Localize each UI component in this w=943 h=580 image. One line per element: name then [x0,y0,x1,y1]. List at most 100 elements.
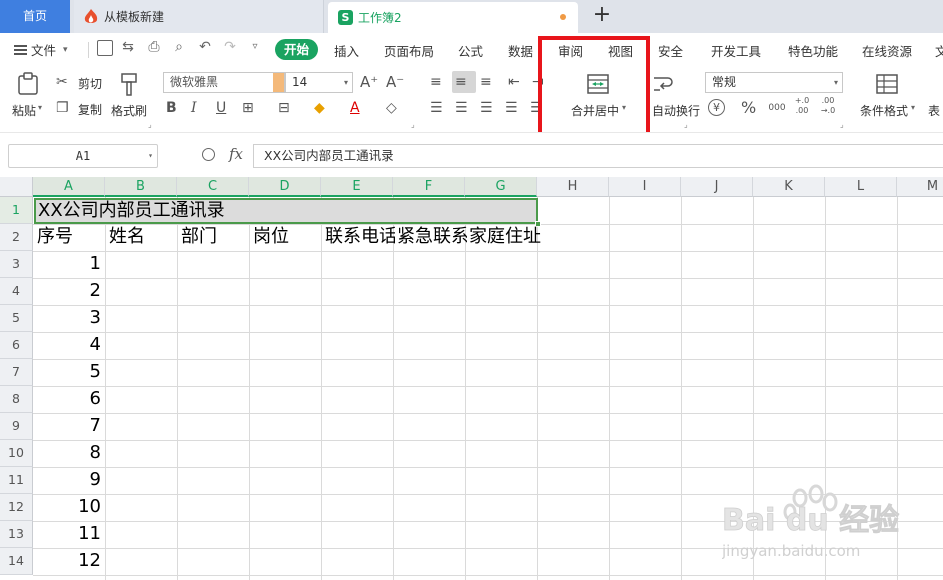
tab-start[interactable]: 开始 [275,39,318,60]
header-cell[interactable]: 部门 [181,224,251,250]
serial-cell[interactable]: 7 [33,413,101,439]
print-icon[interactable]: ⎙ [145,38,163,56]
row-header[interactable]: 12 [0,494,33,521]
row-header[interactable]: 6 [0,332,33,359]
increase-decimal-icon[interactable]: +.0 .00 [793,96,811,116]
tab-home[interactable]: 首页 [0,0,70,33]
row-header[interactable]: 10 [0,440,33,467]
zoom-search-icon[interactable] [202,148,215,161]
tab-more[interactable]: 文 [935,41,943,60]
row-header[interactable]: 9 [0,413,33,440]
cell-style-icon[interactable]: ⊟ [278,99,290,117]
new-tab-plus-icon[interactable]: + [590,3,614,29]
print-preview-icon[interactable]: ⌕ [170,38,188,56]
merged-title-cell[interactable]: XX公司内部员工通讯录 [34,198,538,224]
row-header[interactable]: 3 [0,251,33,278]
insert-function-icon[interactable]: fx [229,145,243,163]
undo-icon[interactable]: ↶ [196,38,214,56]
row-header[interactable]: 11 [0,467,33,494]
column-header[interactable]: F [393,177,465,197]
tab-online-resources[interactable]: 在线资源 [862,41,912,60]
row-header[interactable]: 1 [0,197,33,224]
header-cell[interactable]: 序号 [37,224,107,250]
underline-button[interactable]: U [216,99,226,117]
column-header[interactable]: L [825,177,897,197]
serial-cell[interactable]: 10 [33,494,101,520]
number-format-select[interactable]: 常规 ▾ [705,72,843,93]
serial-cell[interactable]: 9 [33,467,101,493]
serial-cell[interactable]: 1 [33,251,101,277]
row-header[interactable]: 4 [0,278,33,305]
column-header[interactable]: B [105,177,177,197]
serial-cell[interactable]: 4 [33,332,101,358]
serial-cell[interactable]: 5 [33,359,101,385]
column-header[interactable]: K [753,177,825,197]
row-header[interactable]: 8 [0,386,33,413]
header-cell[interactable]: 家庭住址 [469,224,549,250]
clear-format-icon[interactable]: ◇ [386,99,397,117]
column-header[interactable]: C [177,177,249,197]
formula-input[interactable]: XX公司内部员工通讯录 [253,144,943,168]
header-cell[interactable]: 紧急联系 [397,224,467,250]
share-icon[interactable]: ⇆ [119,38,137,56]
serial-cell[interactable]: 2 [33,278,101,304]
tab-insert[interactable]: 插入 [334,41,359,60]
name-box[interactable]: A1 ▾ [8,144,158,168]
tab-developer[interactable]: 开发工具 [711,41,761,60]
tab-data[interactable]: 数据 [508,41,533,60]
borders-icon[interactable]: ⊞ [242,99,254,117]
align-left-icon[interactable]: ☰ [430,99,443,117]
save-icon[interactable] [97,40,113,56]
fill-color-icon[interactable]: ◆ [314,99,325,117]
column-header[interactable]: I [609,177,681,197]
file-menu-button[interactable]: 文件 ▾ [14,40,68,59]
header-cell[interactable]: 姓名 [109,224,179,250]
justify-icon[interactable]: ☰ [505,99,518,117]
font-name-select[interactable]: 微软雅黑 [163,72,285,93]
bold-button[interactable]: B [166,99,177,117]
serial-cell[interactable]: 12 [33,548,101,574]
redo-icon[interactable]: ↷ [221,38,239,56]
align-center-icon[interactable]: ☰ [455,99,468,117]
column-header[interactable]: A [33,177,105,197]
row-header[interactable]: 13 [0,521,33,548]
row-header[interactable]: 7 [0,359,33,386]
percent-icon[interactable]: % [741,99,756,117]
align-right-icon[interactable]: ☰ [480,99,493,117]
header-cell[interactable]: 岗位 [253,224,323,250]
serial-cell[interactable]: 3 [33,305,101,331]
serial-cell[interactable]: 11 [33,521,101,547]
tab-new-from-template[interactable]: 从模板新建 [74,0,324,33]
align-top-icon[interactable]: ≡ [430,73,442,91]
tab-workbook[interactable]: S 工作簿2 [328,2,578,33]
align-bottom-icon[interactable]: ≡ [480,73,492,91]
font-color-icon[interactable]: A [350,99,360,117]
align-middle-icon[interactable]: ≡ [455,73,467,91]
row-header[interactable]: 5 [0,305,33,332]
group-expand-icon[interactable]: ⌟ [411,120,415,129]
customize-toolbar-icon[interactable]: ▿ [246,38,264,56]
group-expand-icon[interactable]: ⌟ [148,120,152,129]
row-header[interactable]: 14 [0,548,33,575]
column-header[interactable]: J [681,177,753,197]
italic-button[interactable]: I [191,99,197,117]
column-header[interactable]: G [465,177,537,197]
row-header[interactable]: 2 [0,224,33,251]
serial-cell[interactable]: 8 [33,440,101,466]
group-expand-icon[interactable]: ⌟ [684,120,688,129]
increase-font-icon[interactable]: A⁺ [360,73,378,91]
serial-cell[interactable]: 6 [33,386,101,412]
decrease-decimal-icon[interactable]: .00 →.0 [819,96,837,116]
tab-security[interactable]: 安全 [658,41,683,60]
currency-icon[interactable]: ¥ [708,99,725,116]
font-size-select[interactable]: 14 ▾ [285,72,353,93]
column-header[interactable]: D [249,177,321,197]
thousands-separator-icon[interactable]: 000 [764,99,790,117]
tab-formulas[interactable]: 公式 [458,41,483,60]
column-header[interactable]: H [537,177,609,197]
table-style-button[interactable]: 表 [928,102,940,119]
decrease-indent-icon[interactable]: ⇤ [508,73,520,91]
column-header[interactable]: M [897,177,943,197]
tab-special-features[interactable]: 特色功能 [788,41,838,60]
column-header[interactable]: E [321,177,393,197]
